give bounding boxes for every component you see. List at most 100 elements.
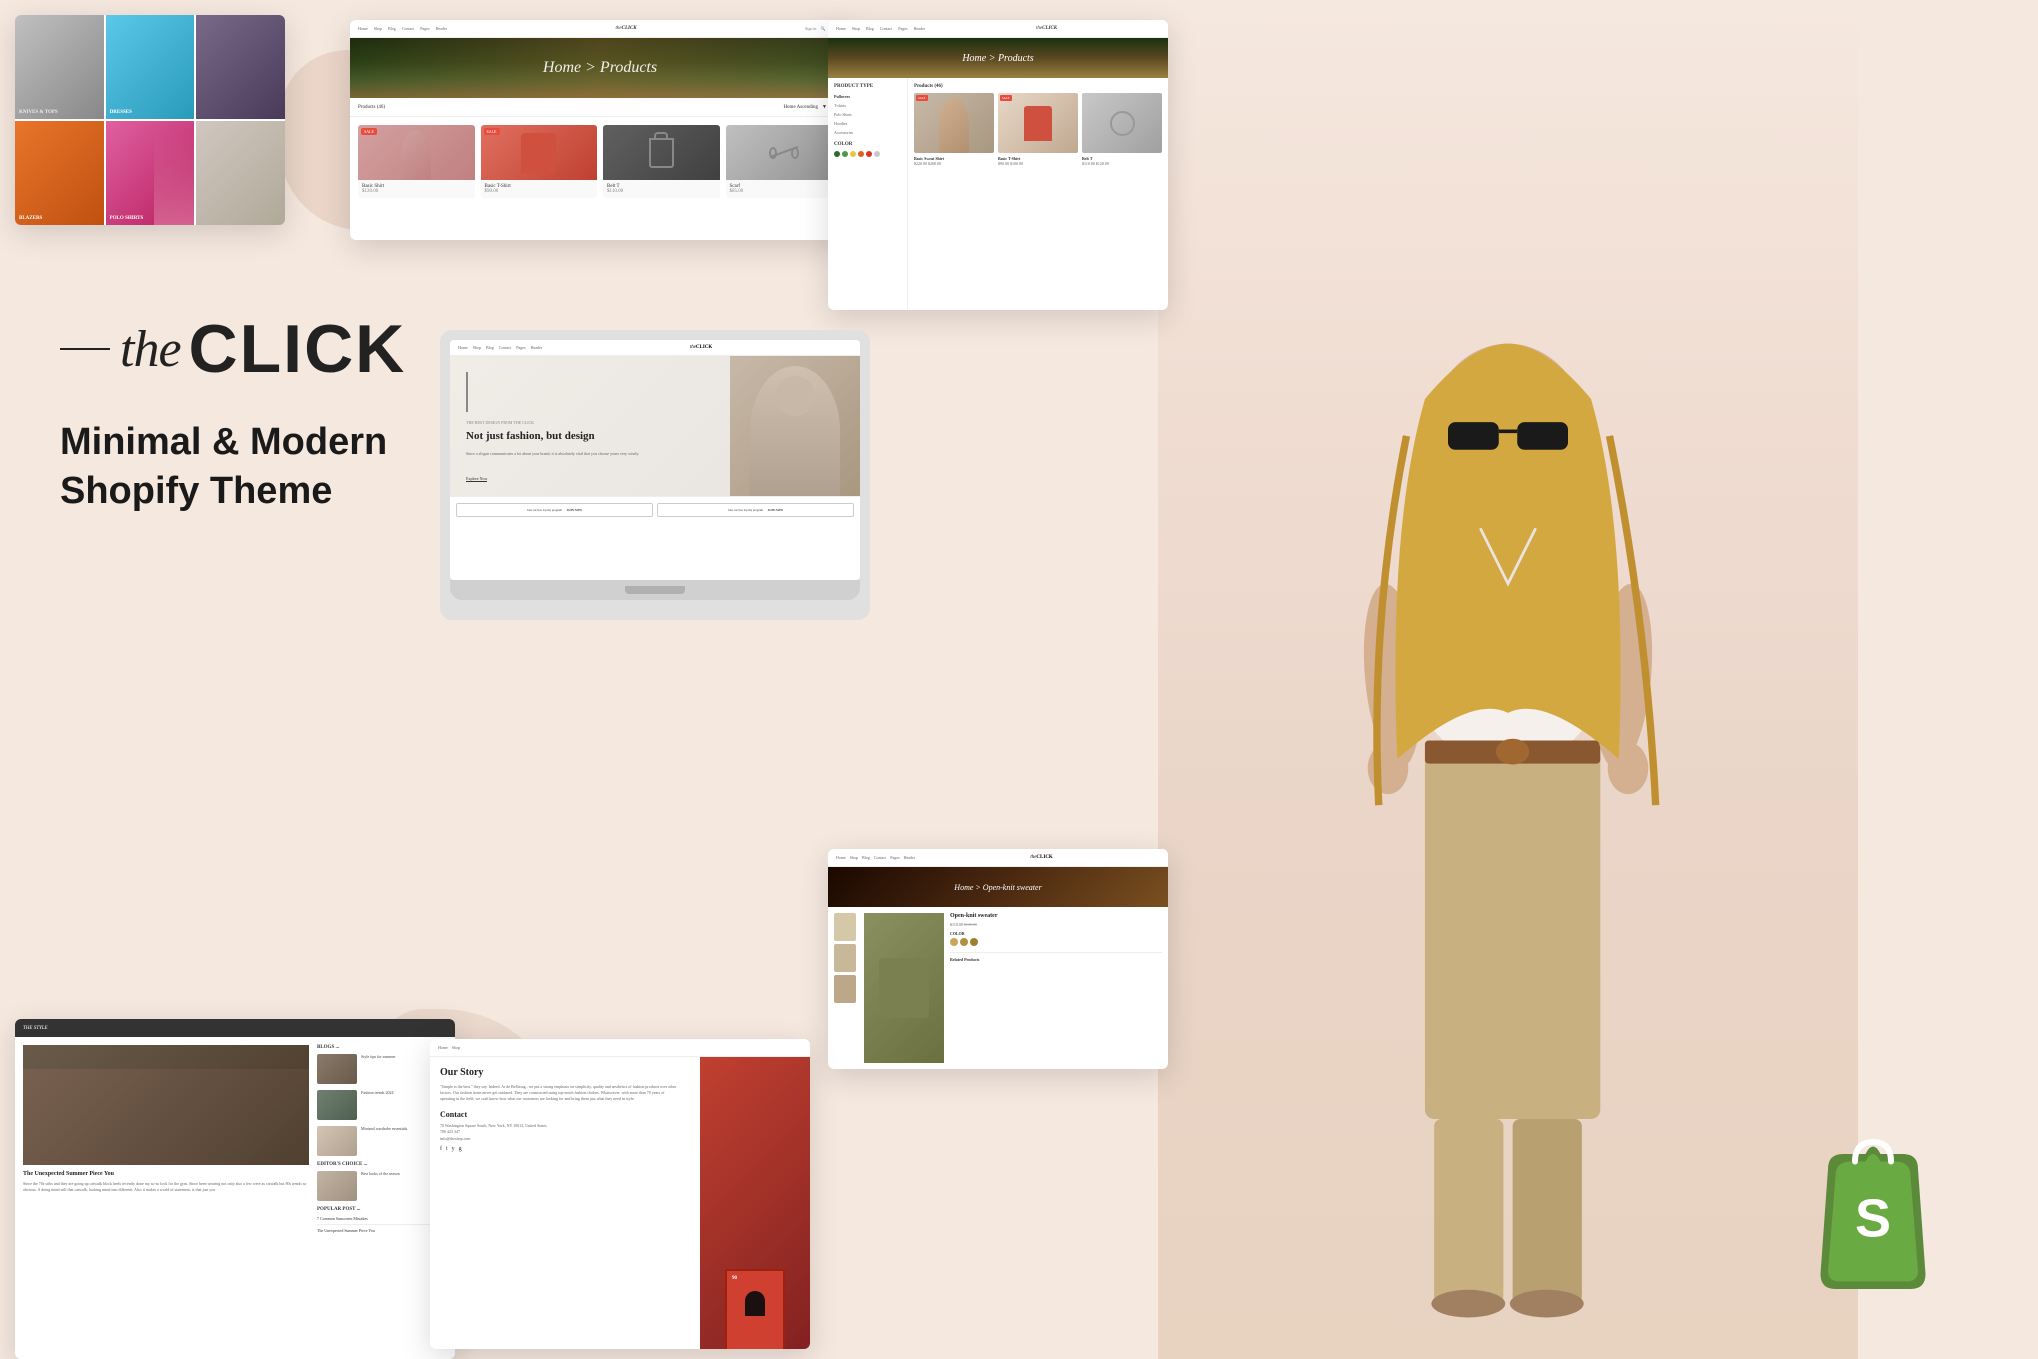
product-card-2: SALE Basic T-Shirt $90.00 <box>481 125 598 198</box>
loyalty-join-2: JOIN NOW <box>768 508 783 512</box>
product-card-1: SALE Basic Shirt $120.00 <box>358 125 475 198</box>
product-price-1: $120.00 <box>362 189 471 194</box>
social-google: g <box>459 1146 462 1152</box>
grid-item-1: KNIVES & TOPS <box>15 15 104 119</box>
products-grid-right: SALE Basic Sweat Shirt $220.00 $268.00 S… <box>914 93 1162 166</box>
product-image-4 <box>726 125 843 180</box>
pd-thumb-2 <box>834 944 856 972</box>
nav-shop-r: Shop <box>852 26 860 31</box>
product-card-4: Scarf $85.00 <box>726 125 843 198</box>
laptop-frame: Home Shop Blog Contact Pages Header theC… <box>440 330 870 620</box>
about-nav: Home Shop <box>430 1039 810 1057</box>
pd-thumb-3 <box>834 975 856 1003</box>
model-background <box>1158 0 1858 1359</box>
products-count-header: Products (46) Home Ascending ▼ ⊞ ≡ <box>350 98 850 117</box>
nav-brand-logo: theCLICK <box>455 26 797 31</box>
product-price-2: $90.00 <box>485 189 594 194</box>
color-yellow <box>850 151 856 157</box>
nav-shop: Shop <box>374 26 382 31</box>
filter-pullovers: Pullovers <box>834 93 901 100</box>
brand-section: the CLICK Minimal & Modern Shopify Theme <box>60 310 406 517</box>
shopify-icon: S <box>1798 1139 1948 1304</box>
pd-color-swatches <box>950 938 1162 946</box>
products-list: Products (46) SALE Basic Sweat Shirt $22… <box>908 78 1168 310</box>
laptop-nav-contact: Contact <box>499 345 511 350</box>
hero-label: THE BEST DESIGN FROM THE CLICK <box>466 420 714 425</box>
blog-inner: THE STYLE The Unexpected Summer Piece Yo… <box>15 1019 455 1359</box>
blog-header: THE STYLE <box>15 1019 455 1037</box>
blog-featured-image <box>23 1045 309 1165</box>
pd-nav-home: Home <box>836 855 846 860</box>
pd-main-image <box>864 913 944 1063</box>
products-grid: SALE Basic Shirt $120.00 SALE Basic T-Sh… <box>350 117 850 206</box>
pd-product-info: Open-knit sweater $110.00 $135.00 COLOR … <box>950 913 1162 1063</box>
nav-links-right: Home Shop Blog Contact Pages Header <box>836 26 925 31</box>
product-image-1: SALE <box>358 125 475 180</box>
laptop-container: Home Shop Blog Contact Pages Header theC… <box>440 330 870 620</box>
laptop-nav-header: Header <box>531 345 543 350</box>
loyalty-btn-1[interactable]: Join our free loyalty program JOIN NOW <box>456 503 653 517</box>
products-main-screenshot: Home Shop Blog Contact Pages Header theC… <box>350 20 850 240</box>
pd-thumb-1 <box>834 913 856 941</box>
blog-item-1: Style tips for summer <box>317 1054 447 1084</box>
laptop-brand: theCLICK <box>550 345 852 350</box>
blog-thumb-1 <box>317 1054 357 1084</box>
loyalty-strip: Join our free loyalty program JOIN NOW J… <box>450 496 860 523</box>
about-screenshot: Home Shop Our Story "Simple is the best.… <box>430 1039 810 1349</box>
about-contact-email: info@theshop.com <box>440 1136 680 1142</box>
pd-nav-contact: Contact <box>874 855 886 860</box>
blog-thumb-3 <box>317 1126 357 1156</box>
blog-thumb-ec <box>317 1171 357 1201</box>
sort-toggle: ▼ <box>822 105 827 110</box>
blog-item-3: Minimal wardrobe essentials <box>317 1126 447 1156</box>
related-products-title: Related Products <box>950 952 1162 962</box>
color-gray <box>874 151 880 157</box>
grid-label-2: DRESSES <box>110 110 132 115</box>
nav-pages-r: Pages <box>898 26 907 31</box>
grid-item-4: BLAZERS <box>15 121 104 225</box>
about-story-title: Our Story <box>440 1067 680 1078</box>
sign-in-icon: Sign in <box>805 26 816 31</box>
products-count: Products (46) <box>358 105 385 110</box>
blog-content: The Unexpected Summer Piece You Since th… <box>15 1037 455 1359</box>
grid-item-2: DRESSES <box>106 15 195 119</box>
nav-contact-r: Contact <box>880 26 892 31</box>
pd-nav: Home Shop Blog Contact Pages Header theC… <box>828 849 1168 867</box>
product-info-4: Scarf $85.00 <box>726 180 843 198</box>
brand-logo: the CLICK <box>60 310 406 388</box>
pd-color-3 <box>970 938 978 946</box>
pd-nav-blog: Blog <box>862 855 870 860</box>
social-twitter: t <box>446 1146 448 1152</box>
brand-click-text: CLICK <box>189 310 407 388</box>
grid-inner: KNIVES & TOPS DRESSES BLAZERS POLO SHIRT… <box>15 15 285 225</box>
pd-card-img-3 <box>1082 93 1162 153</box>
loyalty-btn-2[interactable]: Join our free loyalty program JOIN NOW <box>657 503 854 517</box>
color-green-dark <box>834 151 840 157</box>
about-layout: Our Story "Simple is the best." they say… <box>430 1057 810 1349</box>
brand-line-decoration <box>60 348 110 350</box>
grid-item-3 <box>196 15 285 119</box>
nav-home-r: Home <box>836 26 846 31</box>
nav-header: Header <box>436 26 448 31</box>
popular-item-2: The Unexpected Summer Piece You <box>317 1228 447 1233</box>
about-contact-title: Contact <box>440 1110 680 1119</box>
loyalty-text-1: Join our free loyalty program <box>527 508 562 512</box>
product-info-1: Basic Shirt $120.00 <box>358 180 475 198</box>
social-facebook: f <box>440 1146 442 1152</box>
about-image: 90 <box>700 1057 810 1349</box>
color-green <box>842 151 848 157</box>
product-info-2: Basic T-Shirt $90.00 <box>481 180 598 198</box>
color-filter-title: COLOR <box>834 142 901 147</box>
search-icon: 🔍 <box>820 26 825 31</box>
explore-button[interactable]: Explore Now <box>466 476 487 482</box>
about-social-icons: f t y g <box>440 1146 680 1152</box>
pd-price-2: $90.00 $100.00 <box>998 161 1078 166</box>
laptop-nav: Home Shop Blog Contact Pages Header theC… <box>450 340 860 356</box>
brand-the-text: the <box>120 320 181 379</box>
products-right-breadcrumb: Home > Products <box>962 53 1033 64</box>
loyalty-text-2: Join our free loyalty program <box>728 508 763 512</box>
products-filters: PRODUCT TYPE Pullovers T-shirts Polo Shi… <box>828 78 908 310</box>
nav-header-r: Header <box>914 26 926 31</box>
blogs-section-title: BLOGS ... <box>317 1045 447 1050</box>
pd-card-3: Belt T $110.00 $120.00 <box>1082 93 1162 166</box>
